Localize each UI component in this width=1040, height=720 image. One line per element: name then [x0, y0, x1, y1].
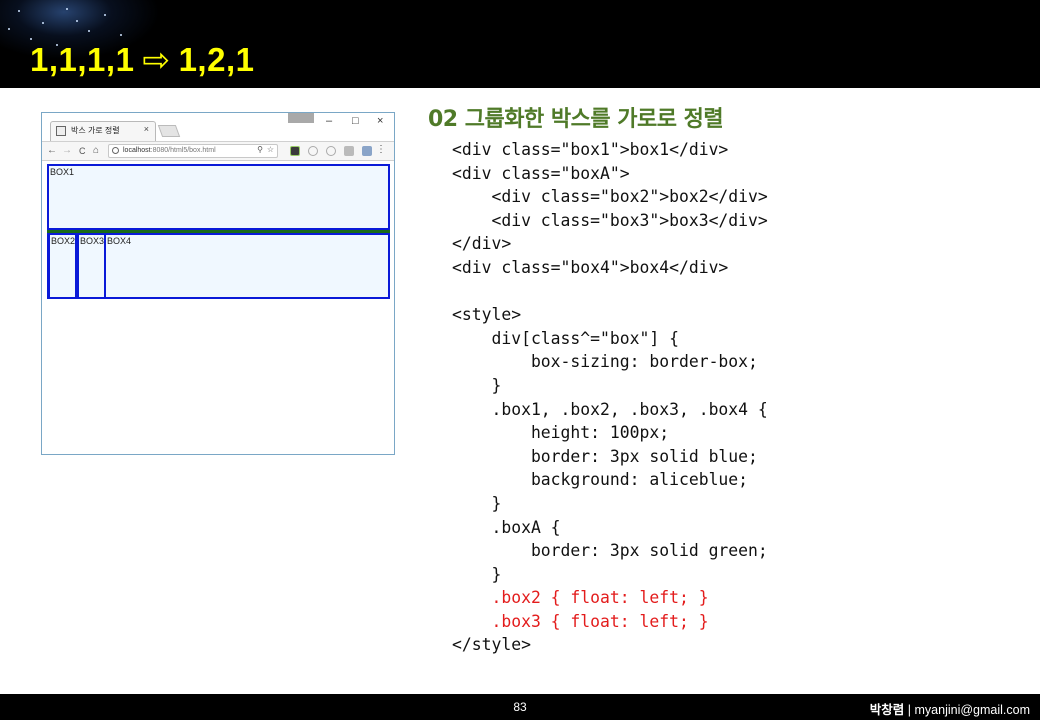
code-line: } [452, 493, 502, 513]
url-text: localhost:8080/html5/box.html [123, 147, 216, 154]
browser-menu-icon[interactable]: ⋮ [376, 144, 386, 155]
demo-box3: BOX3 [77, 233, 106, 299]
extension-icon-1[interactable] [290, 146, 300, 156]
code-line: } [452, 564, 502, 584]
author-separator: | [904, 703, 915, 717]
window-badge [288, 113, 314, 123]
demo-box1-label: BOX1 [50, 167, 75, 177]
browser-toolbar: ← → C ⌂ localhost:8080/html5/box.html ⚲ … [42, 141, 394, 161]
code-line: <div class="box4">box4</div> [452, 257, 729, 277]
author-name: 박창렴 [869, 703, 905, 717]
author-credit: 박창렴 | myanjini@gmail.com [870, 699, 1030, 718]
code-line: .box3 { float: left; } [452, 611, 709, 631]
code-line: <div class="box3">box3</div> [452, 210, 768, 230]
maximize-button[interactable]: □ [352, 115, 359, 127]
code-line: height: 100px; [452, 423, 670, 443]
close-window-button[interactable]: × [377, 115, 383, 127]
code-line: } [452, 375, 502, 395]
code-line: <div class="box1">box1</div> [452, 140, 729, 159]
browser-screenshot: 박스 가로 정렬 × – □ × ← → C ⌂ localhost:8080/… [41, 112, 395, 455]
browser-viewport: BOX1 BOX4 BOX2 BOX3 [42, 161, 394, 454]
code-line: border: 3px solid blue; [452, 446, 758, 466]
new-tab-button[interactable] [157, 125, 181, 137]
code-line: <div class="box2">box2</div> [452, 187, 768, 207]
slide-title-right: 1,2,1 [178, 41, 255, 78]
code-line: div[class^="box"] { [452, 328, 679, 348]
code-line: <style> [452, 305, 522, 325]
browser-titlebar: 박스 가로 정렬 × – □ × [42, 113, 394, 141]
code-line: background: aliceblue; [452, 470, 749, 490]
home-icon[interactable]: ⌂ [93, 145, 99, 156]
code-line: </div> [452, 234, 512, 254]
page-favicon-icon [56, 126, 66, 136]
demo-box3-label: BOX3 [80, 236, 105, 246]
slide-footer: 83 박창렴 | myanjini@gmail.com [0, 694, 1040, 720]
forward-arrow-icon[interactable]: → [62, 145, 72, 156]
code-line: border: 3px solid green; [452, 541, 768, 561]
extension-icon-4[interactable] [344, 146, 354, 156]
zoom-icon[interactable]: ⚲ [257, 145, 263, 154]
minimize-button[interactable]: – [326, 115, 332, 127]
code-line: .box1, .box2, .box3, .box4 { [452, 399, 768, 419]
code-line: box-sizing: border-box; [452, 352, 758, 372]
reload-icon[interactable]: C [79, 146, 86, 156]
tab-close-icon[interactable]: × [144, 124, 149, 134]
extension-icon-2[interactable] [308, 146, 318, 156]
author-email: myanjini@gmail.com [914, 703, 1031, 717]
demo-box4-label: BOX4 [107, 236, 132, 246]
info-icon [112, 147, 119, 154]
code-line: </style> [452, 635, 531, 655]
demo-box1: BOX1 [47, 164, 390, 230]
browser-tab-title: 박스 가로 정렬 [71, 126, 120, 135]
bookmark-star-icon[interactable]: ☆ [267, 145, 274, 154]
section-heading: 02 그룹화한 박스를 가로로 정렬 [428, 107, 724, 132]
slide-title: 1,1,1,1 ⇨ 1,2,1 [30, 40, 254, 79]
demo-box2-label: BOX2 [51, 236, 76, 246]
code-listing: <div class="box1">box1</div> <div class="… [452, 138, 768, 657]
extension-icon-3[interactable] [326, 146, 336, 156]
code-line: .box2 { float: left; } [452, 588, 709, 608]
browser-tab[interactable]: 박스 가로 정렬 × [50, 121, 156, 141]
back-arrow-icon[interactable]: ← [47, 145, 57, 156]
code-line: <div class="boxA"> [452, 163, 630, 183]
slide-title-left: 1,1,1,1 [30, 41, 135, 78]
code-line: .boxA { [452, 517, 561, 537]
address-bar[interactable]: localhost:8080/html5/box.html ⚲ ☆ [108, 144, 278, 158]
extension-icon-5[interactable] [362, 146, 372, 156]
slide-header: 1,1,1,1 ⇨ 1,2,1 [0, 0, 1040, 88]
demo-box2: BOX2 [48, 233, 77, 299]
right-arrow-icon: ⇨ [142, 41, 171, 78]
